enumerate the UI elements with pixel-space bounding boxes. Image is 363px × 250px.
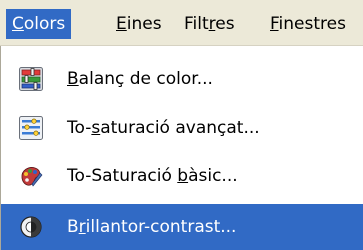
brightness-contrast-icon (19, 215, 43, 239)
menu-item-label: Brillantor-contrast... (67, 217, 237, 237)
menu-bar: Colors Eines Filtres Finestres (0, 0, 363, 46)
menu-item-label: Balanç de color... (67, 69, 213, 89)
menu-filtres-text: Filt (184, 14, 209, 34)
menu-colors-text-rest: olors (23, 14, 66, 34)
menu-eines-text-rest: ines (126, 14, 162, 34)
colors-dropdown-menu: Balanç de color... To-saturació avançat.… (0, 46, 363, 250)
menu-item-colorize[interactable]: To-Saturació bàsic... (1, 153, 363, 199)
menu-colors[interactable]: Colors (6, 9, 72, 39)
menu-filtres-text-rest: es (215, 14, 235, 34)
menu-finestres[interactable]: Finestres (266, 9, 350, 39)
hue-saturation-icon (19, 116, 43, 140)
menu-item-color-balance[interactable]: Balanç de color... (1, 56, 363, 102)
color-balance-icon (19, 67, 43, 91)
menu-item-label: To-Saturació bàsic... (67, 166, 238, 186)
menu-finestres-accel: F (270, 14, 279, 34)
menu-item-brightness-contrast[interactable]: Brillantor-contrast... (1, 204, 363, 250)
menu-eines[interactable]: Eines (112, 9, 166, 39)
menu-finestres-text-rest: inestres (278, 14, 346, 34)
menu-filtres[interactable]: Filtres (180, 9, 239, 39)
menu-colors-accel: C (12, 14, 24, 34)
menu-item-label: To-saturació avançat... (67, 118, 260, 138)
menu-eines-accel: E (116, 14, 127, 34)
colorize-icon (19, 164, 43, 188)
menu-item-hue-saturation[interactable]: To-saturació avançat... (1, 105, 363, 151)
